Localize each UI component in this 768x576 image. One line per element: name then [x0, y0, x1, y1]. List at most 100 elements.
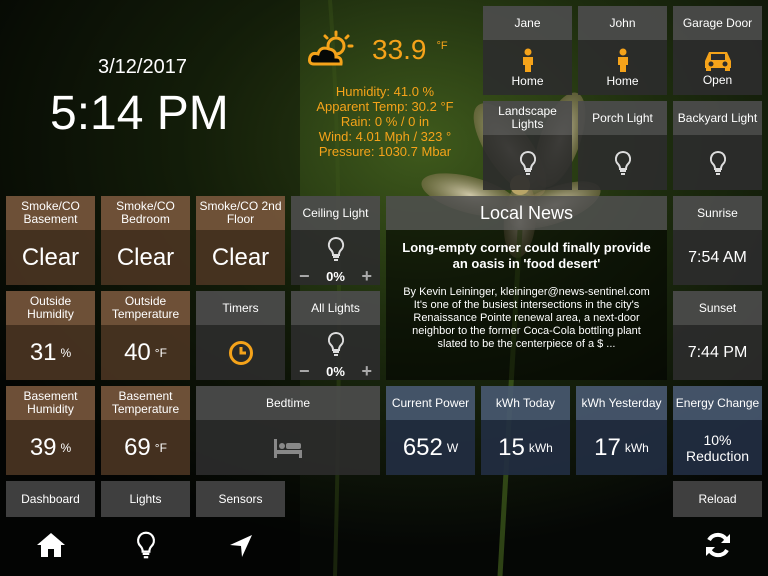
bed-icon [274, 438, 302, 458]
energy-change-tile[interactable]: Energy Change 10% Reduction [673, 386, 762, 475]
outside-temperature-value: 40 [124, 338, 151, 366]
porch-light-tile[interactable]: Porch Light [578, 101, 667, 190]
presence-label: John [578, 6, 667, 40]
weather-temp-unit: °F [436, 40, 448, 52]
outside-temperature-tile[interactable]: Outside Temperature 40 °F [101, 291, 190, 380]
sunrise-label: Sunrise [673, 196, 762, 230]
ceiling-light-label: Ceiling Light [291, 196, 380, 230]
outside-humidity-value: 31 [29, 338, 57, 366]
news-body: It's one of the busiest intersections in… [412, 299, 641, 350]
reload-button[interactable]: Reload [673, 481, 762, 517]
clock-icon [228, 340, 253, 365]
kwh-yesterday-tile[interactable]: kWh Yesterday 17 kWh [576, 386, 667, 475]
ceiling-light-level: 0% [326, 268, 345, 284]
energy-change-value: 10% [703, 431, 732, 448]
bedtime-label: Bedtime [196, 386, 380, 420]
weather-rain: Rain: 0 % / 0 in [340, 114, 430, 129]
presence-label: Jane [483, 6, 572, 40]
basement-humidity-tile[interactable]: Basement Humidity 39% [6, 386, 95, 475]
smoke-basement-value: Clear [21, 243, 80, 271]
kwh-today-tile[interactable]: kWh Today 15 kWh [481, 386, 570, 475]
outside-humidity-unit: % [60, 345, 72, 360]
basement-temperature-value: 69 [124, 433, 151, 461]
current-power-value: 652 [402, 433, 443, 461]
smoke-bedroom-label: Smoke/CO Bedroom [101, 196, 190, 230]
smoke-bedroom-value: Clear [116, 243, 175, 271]
landscape-lights-tile[interactable]: Landscape Lights [483, 101, 572, 190]
garage-door-tile[interactable]: Garage Door Open [673, 6, 762, 95]
home-icon[interactable] [36, 531, 66, 559]
dim-down-button[interactable]: − [299, 266, 310, 286]
bulb-icon [709, 150, 726, 175]
weather-widget[interactable]: 33.9 °F Humidity: 41.0 % Apparent Temp: … [300, 28, 480, 168]
landscape-lights-label: Landscape Lights [483, 101, 572, 135]
weather-humidity: Humidity: 41.0 % [335, 84, 435, 99]
timers-label: Timers [196, 291, 285, 325]
smoke-2nd-floor-value: Clear [211, 243, 270, 271]
smoke-bedroom-tile[interactable]: Smoke/CO Bedroom Clear [101, 196, 190, 285]
dashboard-button[interactable]: Dashboard [6, 481, 95, 517]
basement-temperature-unit: °F [154, 440, 167, 455]
location-arrow-icon[interactable] [227, 532, 255, 560]
kwh-yesterday-unit: kWh [624, 440, 649, 455]
person-icon [617, 48, 628, 72]
dim-up-button[interactable]: + [361, 361, 372, 381]
smoke-2nd-floor-tile[interactable]: Smoke/CO 2nd Floor Clear [196, 196, 285, 285]
all-lights-label: All Lights [291, 291, 380, 325]
bulb-icon [327, 236, 344, 261]
news-headline: Long-empty corner could finally provide … [402, 240, 651, 271]
refresh-icon[interactable] [703, 530, 733, 560]
sunset-label: Sunset [673, 291, 762, 325]
energy-change-description: Reduction [685, 447, 750, 464]
local-news-tile[interactable]: Local News Long-empty corner could final… [386, 196, 667, 380]
sunrise-tile[interactable]: Sunrise 7:54 AM [673, 196, 762, 285]
kwh-today-unit: kWh [528, 440, 553, 455]
kwh-yesterday-value: 17 [594, 433, 621, 461]
bulb-icon[interactable] [136, 530, 156, 560]
ceiling-light-tile[interactable]: Ceiling Light − 0% + [291, 196, 380, 285]
weather-wind: Wind: 4.01 Mph / 323 ° [318, 129, 452, 144]
bedtime-tile[interactable]: Bedtime [196, 386, 380, 475]
outside-temperature-unit: °F [154, 345, 167, 360]
dim-up-button[interactable]: + [361, 266, 372, 286]
current-power-unit: W [446, 440, 459, 455]
sunset-tile[interactable]: Sunset 7:44 PM [673, 291, 762, 380]
outside-humidity-tile[interactable]: Outside Humidity 31% [6, 291, 95, 380]
sensors-button[interactable]: Sensors [196, 481, 285, 517]
timers-tile[interactable]: Timers [196, 291, 285, 380]
all-lights-tile[interactable]: All Lights − 0% + [291, 291, 380, 380]
lights-button[interactable]: Lights [101, 481, 190, 517]
weather-pressure: Pressure: 1030.7 Mbar [318, 144, 452, 159]
presence-jane-tile[interactable]: Jane Home [483, 6, 572, 95]
kwh-today-value: 15 [498, 433, 525, 461]
backyard-light-tile[interactable]: Backyard Light [673, 101, 762, 190]
weather-apparent-temp: Apparent Temp: 30.2 °F [316, 99, 454, 114]
presence-state: Home [606, 73, 639, 88]
person-icon [522, 48, 533, 72]
backyard-light-label: Backyard Light [673, 101, 762, 135]
smoke-2nd-floor-label: Smoke/CO 2nd Floor [196, 196, 285, 230]
news-title: Local News [386, 196, 667, 230]
current-power-tile[interactable]: Current Power 652 W [386, 386, 475, 475]
basement-temperature-label: Basement Temperature [101, 386, 190, 420]
dim-down-button[interactable]: − [299, 361, 310, 381]
energy-change-label: Energy Change [673, 386, 762, 420]
kwh-yesterday-label: kWh Yesterday [576, 386, 667, 420]
current-power-label: Current Power [386, 386, 475, 420]
bulb-icon [519, 150, 536, 175]
porch-light-label: Porch Light [578, 101, 667, 135]
basement-temperature-tile[interactable]: Basement Temperature 69 °F [101, 386, 190, 475]
sunset-value: 7:44 PM [687, 343, 748, 361]
date-label: 3/12/2017 [98, 56, 187, 78]
outside-temperature-label: Outside Temperature [101, 291, 190, 325]
garage-door-label: Garage Door [673, 6, 762, 40]
outside-humidity-label: Outside Humidity [6, 291, 95, 325]
weather-temperature: 33.9 [372, 34, 427, 65]
presence-john-tile[interactable]: John Home [578, 6, 667, 95]
basement-humidity-unit: % [60, 440, 72, 455]
smoke-basement-tile[interactable]: Smoke/CO Basement Clear [6, 196, 95, 285]
partly-cloudy-icon [308, 30, 354, 66]
sunrise-value: 7:54 AM [688, 248, 747, 266]
car-icon [704, 51, 731, 71]
garage-door-state: Open [702, 72, 733, 87]
